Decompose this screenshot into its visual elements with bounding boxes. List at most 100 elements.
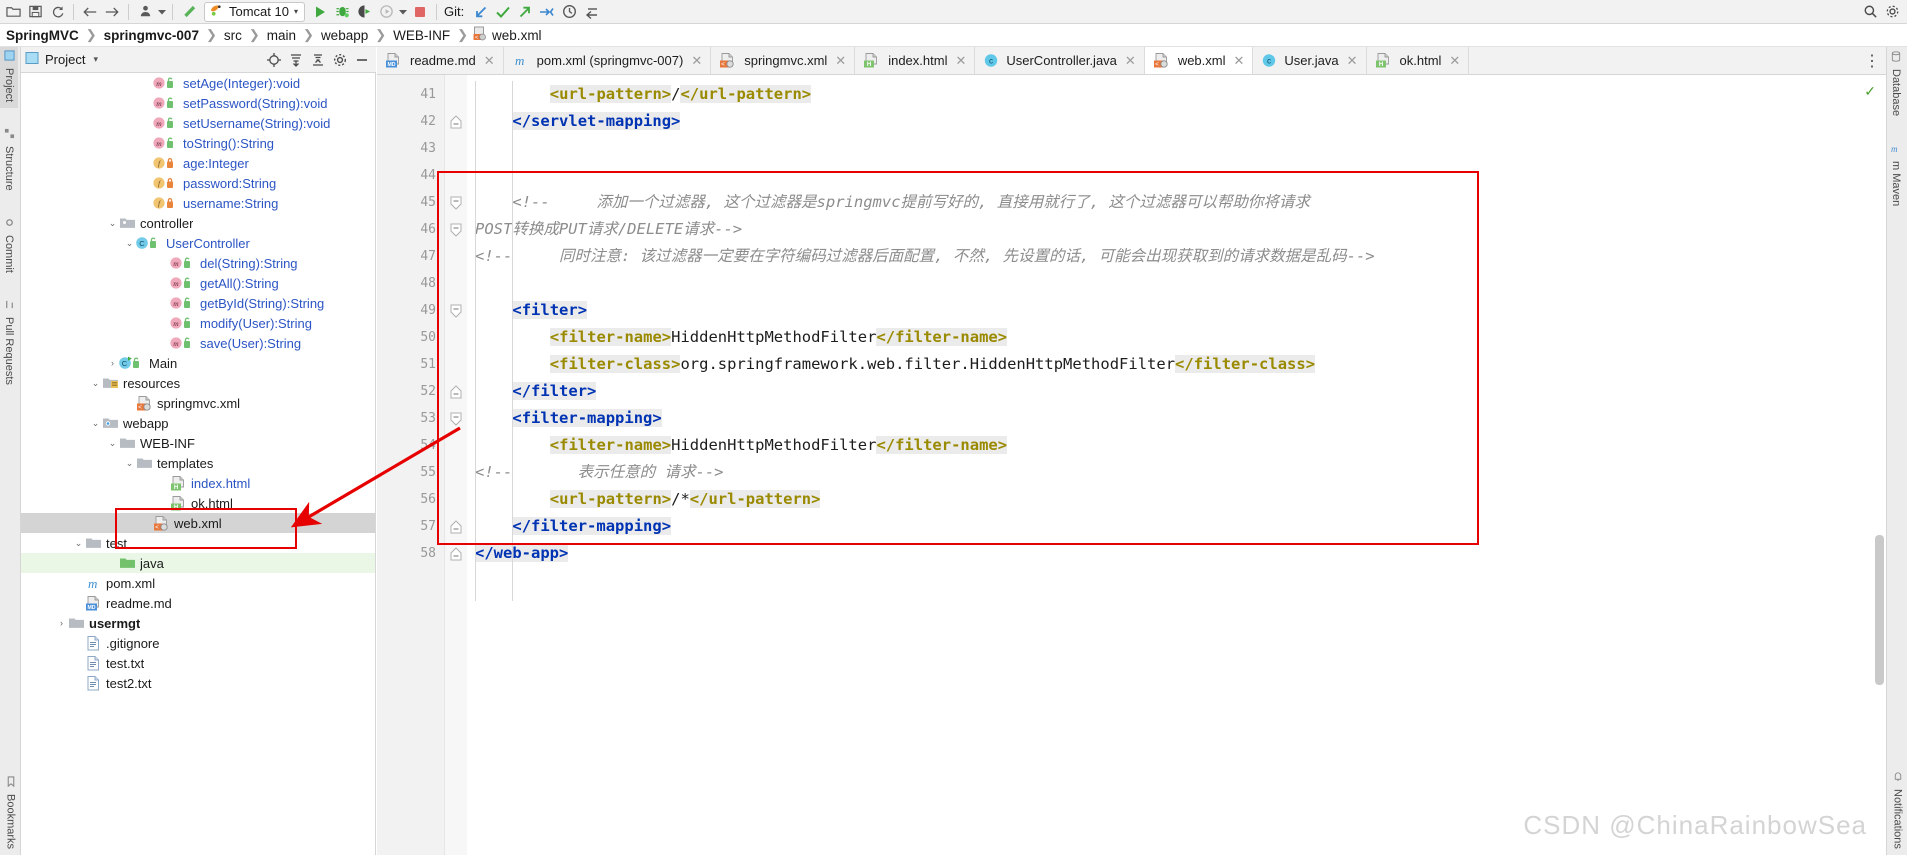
tree-row-webapp[interactable]: ⌄ webapp xyxy=(21,413,375,433)
more-options-icon[interactable]: ⋮ xyxy=(1864,51,1880,71)
fold-region-start-icon[interactable] xyxy=(449,196,462,210)
editor-tab-overflow[interactable]: ⋮ xyxy=(1858,47,1886,74)
tree-row-save-user-string[interactable]: m save(User):String xyxy=(21,333,375,353)
fold-region-end-icon[interactable] xyxy=(449,115,462,129)
close-icon[interactable]: ✕ xyxy=(484,53,495,69)
code-line[interactable]: <url-pattern>/*</url-pattern> xyxy=(549,486,821,513)
build-hammer-icon[interactable] xyxy=(178,1,200,23)
breadcrumb-item-3[interactable]: main xyxy=(265,28,298,43)
code-line[interactable]: <filter-mapping> xyxy=(512,405,662,432)
collapse-all-icon[interactable] xyxy=(308,50,328,70)
code-line[interactable]: </servlet-mapping> xyxy=(512,108,681,135)
fold-region-start-icon[interactable] xyxy=(449,412,462,426)
tab-index-html[interactable]: Hindex.html ✕ xyxy=(855,47,976,74)
close-icon[interactable]: ✕ xyxy=(1125,53,1136,69)
tree-row-ok-html[interactable]: Hok.html xyxy=(21,493,375,513)
tree-row-test-txt[interactable]: test.txt xyxy=(21,653,375,673)
tab-pom-xml-springmvc-007-[interactable]: m pom.xml (springmvc-007) ✕ xyxy=(504,47,712,74)
close-icon[interactable]: ✕ xyxy=(1449,53,1460,69)
forward-arrow-icon[interactable] xyxy=(101,1,123,23)
git-push-icon[interactable] xyxy=(514,1,536,23)
tree-row-controller[interactable]: ⌄ controller xyxy=(21,213,375,233)
close-icon[interactable]: ✕ xyxy=(1347,53,1358,69)
breadcrumb-item-6[interactable]: web.xml xyxy=(490,28,544,43)
expand-all-icon[interactable] xyxy=(286,50,306,70)
run-with-coverage-button[interactable] xyxy=(353,1,375,23)
chevron-down-icon[interactable]: ▾ xyxy=(93,54,98,65)
run-more-caret-icon[interactable] xyxy=(397,1,409,23)
tree-row-age-integer[interactable]: f age:Integer xyxy=(21,153,375,173)
git-update-project-icon[interactable] xyxy=(470,1,492,23)
tree-row-readme-md[interactable]: MD readme.md xyxy=(21,593,375,613)
tree-row-test[interactable]: ⌄ test xyxy=(21,533,375,553)
fold-region-end-icon[interactable] xyxy=(449,547,462,561)
tree-row-pom-xml[interactable]: m pom.xml xyxy=(21,573,375,593)
editor-vertical-scrollbar[interactable] xyxy=(1875,535,1884,685)
editor-gutter[interactable]: 41 42 43 44 45 46 47 48 49 50 51 52 53 54 55 56 57 58 xyxy=(377,75,445,855)
code-line[interactable]: <filter-name>HiddenHttpMethodFilter</fil… xyxy=(549,324,1008,351)
chevron-down-icon[interactable]: ⌄ xyxy=(123,458,136,469)
tree-row-del-string-string[interactable]: m del(String):String xyxy=(21,253,375,273)
tab-user-java[interactable]: c User.java ✕ xyxy=(1253,47,1367,74)
tab-web-xml[interactable]: < web.xml ✕ xyxy=(1144,47,1254,74)
tab-usercontroller-java[interactable]: c UserController.java ✕ xyxy=(975,47,1145,74)
tree-row-tostring-string[interactable]: m toString():String xyxy=(21,133,375,153)
sync-icon[interactable] xyxy=(46,1,68,23)
sidebar-item-commit[interactable]: Commit xyxy=(0,211,18,279)
code-line[interactable]: POST转换成PUT请求/DELETE请求--> xyxy=(475,216,742,243)
tree-row-web-xml[interactable]: < web.xml xyxy=(21,513,375,533)
breadcrumb-item-4[interactable]: webapp xyxy=(319,28,370,43)
chevron-right-icon[interactable]: › xyxy=(106,358,119,368)
breadcrumb-item-2[interactable]: src xyxy=(222,28,244,43)
tree-row-usermgt[interactable]: › usermgt xyxy=(21,613,375,633)
code-line[interactable]: <filter-class>org.springframework.web.fi… xyxy=(549,351,1316,378)
run-button[interactable] xyxy=(309,1,331,23)
tab-readme-md[interactable]: MD readme.md ✕ xyxy=(377,47,504,74)
close-icon[interactable]: ✕ xyxy=(955,53,966,69)
breadcrumb-item-0[interactable]: SpringMVC xyxy=(4,28,81,43)
tree-row-getall-string[interactable]: m getAll():String xyxy=(21,273,375,293)
sidebar-item-notifications[interactable]: Notifications xyxy=(1887,765,1907,855)
stop-button[interactable] xyxy=(409,1,431,23)
git-pull-request-icon[interactable] xyxy=(536,1,558,23)
sidebar-item-bookmarks[interactable]: Bookmarks xyxy=(0,770,21,855)
git-history-icon[interactable] xyxy=(558,1,580,23)
git-rollback-icon[interactable] xyxy=(580,1,602,23)
git-commit-icon[interactable] xyxy=(492,1,514,23)
tree-row-web-inf[interactable]: ⌄ WEB-INF xyxy=(21,433,375,453)
close-icon[interactable]: ✕ xyxy=(1234,53,1245,69)
search-icon[interactable] xyxy=(1859,1,1881,23)
chevron-down-icon[interactable]: ⌄ xyxy=(123,238,136,249)
editor-tab-bar[interactable]: MD readme.md ✕ m pom.xml (springmvc-007) ✕ < sp… xyxy=(377,47,1886,75)
inspection-status-icon[interactable]: ✓ xyxy=(1864,83,1876,100)
code-line[interactable]: </filter> xyxy=(512,378,597,405)
tree-row-test2-txt[interactable]: test2.txt xyxy=(21,673,375,693)
close-icon[interactable]: ✕ xyxy=(835,53,846,69)
tree-row-springmvc-xml[interactable]: < springmvc.xml xyxy=(21,393,375,413)
chevron-down-icon[interactable]: ⌄ xyxy=(106,218,119,229)
gear-icon[interactable] xyxy=(330,50,350,70)
code-line[interactable]: <filter> xyxy=(512,297,588,324)
sidebar-item-database[interactable]: Database xyxy=(1887,47,1905,122)
debug-button[interactable] xyxy=(331,1,353,23)
close-icon[interactable]: ✕ xyxy=(691,53,702,69)
project-tree[interactable]: m setAge(Integer):void m setPassword(String… xyxy=(21,73,376,855)
save-all-icon[interactable] xyxy=(24,1,46,23)
editor-fold-column[interactable] xyxy=(445,75,467,855)
tree-row-templates[interactable]: ⌄ templates xyxy=(21,453,375,473)
tree-row-usercontroller[interactable]: ⌄ C UserController xyxy=(21,233,375,253)
tree-row-setage-integer-void[interactable]: m setAge(Integer):void xyxy=(21,73,375,93)
chevron-down-icon[interactable]: ⌄ xyxy=(72,538,85,549)
fold-region-end-icon[interactable] xyxy=(449,385,462,399)
sidebar-item-project[interactable]: Project xyxy=(0,47,18,109)
profile-caret-icon[interactable] xyxy=(156,1,167,23)
tree-row-java[interactable]: java xyxy=(21,553,375,573)
sidebar-item-structure[interactable]: Structure xyxy=(0,122,18,197)
chevron-right-icon[interactable]: › xyxy=(55,618,68,628)
tab-springmvc-xml[interactable]: < springmvc.xml ✕ xyxy=(711,47,856,74)
tree-row-modify-user-string[interactable]: m modify(User):String xyxy=(21,313,375,333)
code-line[interactable]: </filter-mapping> xyxy=(512,513,672,540)
tree-row--gitignore[interactable]: .gitignore xyxy=(21,633,375,653)
tree-row-password-string[interactable]: f password:String xyxy=(21,173,375,193)
chevron-down-icon[interactable]: ⌄ xyxy=(89,418,102,429)
